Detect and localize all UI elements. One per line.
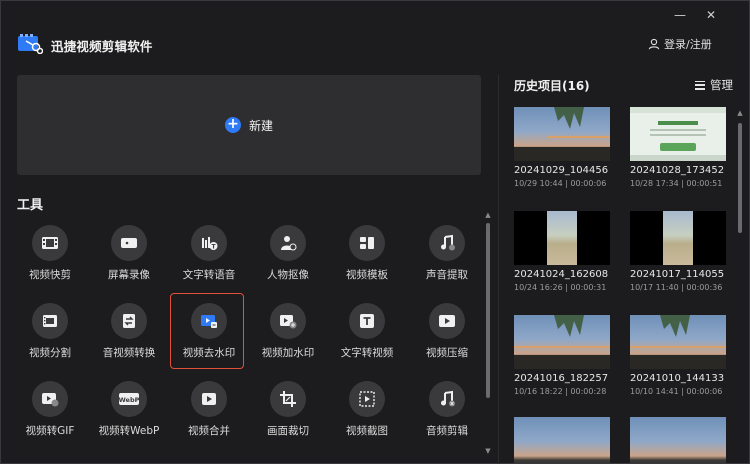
history-item[interactable]	[630, 417, 726, 463]
webp-icon: WebP	[111, 381, 147, 417]
history-item[interactable]: 20241024_162608 10/24 16:26 | 00:00:31	[514, 211, 610, 311]
tool-label: 视频转WebP	[98, 425, 160, 437]
minimize-button[interactable]: —	[672, 7, 688, 23]
text-to-speech-icon: T	[191, 225, 227, 261]
tool-label: 文字转视频	[340, 347, 394, 359]
title-bar: 迅捷视频剪辑软件 — ✕ 登录/注册	[1, 1, 749, 65]
tool-video-to-gif[interactable]: 视频转GIF	[10, 375, 90, 447]
tool-remove-watermark[interactable]: 视频去水印	[169, 293, 249, 369]
tools-scrollbar-thumb[interactable]	[486, 223, 490, 398]
tool-screen-record[interactable]: 屏幕录像	[89, 219, 169, 291]
history-item[interactable]: 20241016_182257 10/16 18:22 | 00:00:28	[514, 315, 610, 415]
app-logo-icon	[18, 34, 43, 54]
tools-scroll-up-arrow[interactable]: ▲	[484, 211, 492, 219]
login-button[interactable]: 登录/注册	[648, 36, 712, 52]
user-icon	[648, 38, 660, 50]
film-icon	[32, 225, 68, 261]
video-thumbnail	[514, 211, 610, 265]
tool-label: 音视频转换	[102, 347, 156, 359]
manage-label: 管理	[710, 78, 733, 92]
tool-label: 声音提取	[426, 269, 468, 281]
history-item-name: 20241016_182257	[514, 373, 609, 384]
tool-video-compress[interactable]: 视频压缩	[407, 297, 487, 369]
compress-icon	[429, 303, 465, 339]
history-item[interactable]: 20241029_104456 10/29 10:44 | 00:00:06	[514, 107, 610, 207]
history-item-name: 20241028_173452	[630, 165, 725, 176]
history-item-name: 20241029_104456	[514, 165, 609, 176]
new-project-label: 新建	[248, 118, 273, 133]
tool-label: 音频剪辑	[426, 425, 468, 437]
history-title: 历史项目(16)	[514, 79, 590, 93]
history-scroll-up-arrow[interactable]: ▲	[736, 109, 744, 117]
tool-video-screenshot[interactable]: 视频截图	[327, 375, 407, 447]
history-item[interactable]: 20241010_144133 10/10 14:41 | 00:00:06	[630, 315, 726, 415]
history-item-name: 20241010_144133	[630, 373, 725, 384]
video-thumbnail	[514, 417, 610, 463]
login-label: 登录/注册	[664, 38, 712, 51]
video-thumbnail	[514, 107, 610, 161]
music-note-icon	[429, 225, 465, 261]
panel-divider	[498, 75, 499, 464]
convert-icon	[111, 303, 147, 339]
tools-heading: 工具	[17, 198, 44, 213]
list-icon	[695, 80, 705, 90]
manage-button[interactable]: 管理	[695, 77, 733, 93]
history-item[interactable]: 20241017_114055 10/17 11:40 | 00:00:36	[630, 211, 726, 311]
close-button[interactable]: ✕	[703, 7, 719, 23]
history-item[interactable]: 20241028_173452 10/28 17:34 | 00:00:51	[630, 107, 726, 207]
video-thumbnail	[630, 315, 726, 369]
screenshot-icon	[349, 381, 385, 417]
tool-video-quick-cut[interactable]: 视频快剪	[10, 219, 90, 291]
history-item-name: 20241017_114055	[630, 269, 725, 280]
tool-label: 视频截图	[346, 425, 388, 437]
tool-person-cutout[interactable]: 人物抠像	[248, 219, 328, 291]
tool-audio-edit[interactable]: 音频剪辑	[407, 375, 487, 447]
tool-av-convert[interactable]: 音视频转换	[89, 297, 169, 369]
history-item-meta: 10/17 11:40 | 00:00:36	[630, 283, 723, 292]
tool-label: 视频模板	[346, 269, 388, 281]
tool-video-split[interactable]: 视频分割	[10, 297, 90, 369]
tool-audio-extract[interactable]: 声音提取	[407, 219, 487, 291]
app-title: 迅捷视频剪辑软件	[51, 39, 153, 54]
tool-video-merge[interactable]: 视频合并	[169, 375, 249, 447]
split-icon	[32, 303, 68, 339]
tool-label: 视频压缩	[426, 347, 468, 359]
add-watermark-icon	[270, 303, 306, 339]
history-item-meta: 10/24 16:26 | 00:00:31	[514, 283, 607, 292]
crop-icon	[270, 381, 306, 417]
history-item[interactable]	[514, 417, 610, 463]
tools-scroll-down-arrow[interactable]: ▼	[484, 447, 492, 455]
history-item-name: 20241024_162608	[514, 269, 609, 280]
audio-edit-icon	[429, 381, 465, 417]
video-thumbnail	[630, 417, 726, 463]
remove-watermark-icon	[191, 303, 227, 339]
gif-icon	[32, 381, 68, 417]
screen-record-icon	[111, 225, 147, 261]
webp-badge: WebP	[119, 396, 140, 404]
app-window: 迅捷视频剪辑软件 — ✕ 登录/注册 + 新建 工具 视频快剪 屏幕录像 T 文…	[0, 0, 750, 464]
tool-label: 屏幕录像	[108, 269, 150, 281]
history-item-meta: 10/10 14:41 | 00:00:06	[630, 387, 723, 396]
new-project-button[interactable]: + 新建	[17, 75, 481, 175]
video-thumbnail	[514, 315, 610, 369]
history-scrollbar-thumb[interactable]	[738, 123, 742, 233]
text-to-video-icon	[349, 303, 385, 339]
tool-add-watermark[interactable]: 视频加水印	[248, 297, 328, 369]
person-cutout-icon	[270, 225, 306, 261]
video-thumbnail	[630, 107, 726, 161]
template-icon	[349, 225, 385, 261]
tool-text-to-speech[interactable]: T 文字转语音	[169, 219, 249, 291]
merge-icon	[191, 381, 227, 417]
tool-crop[interactable]: 画面裁切	[248, 375, 328, 447]
history-item-meta: 10/28 17:34 | 00:00:51	[630, 179, 723, 188]
tool-video-template[interactable]: 视频模板	[327, 219, 407, 291]
tool-text-to-video[interactable]: 文字转视频	[327, 297, 407, 369]
plus-circle-icon: +	[224, 117, 241, 133]
history-item-meta: 10/29 10:44 | 00:00:06	[514, 179, 607, 188]
tool-video-to-webp[interactable]: WebP 视频转WebP	[89, 375, 169, 447]
video-thumbnail	[630, 211, 726, 265]
history-item-meta: 10/16 18:22 | 00:00:28	[514, 387, 607, 396]
